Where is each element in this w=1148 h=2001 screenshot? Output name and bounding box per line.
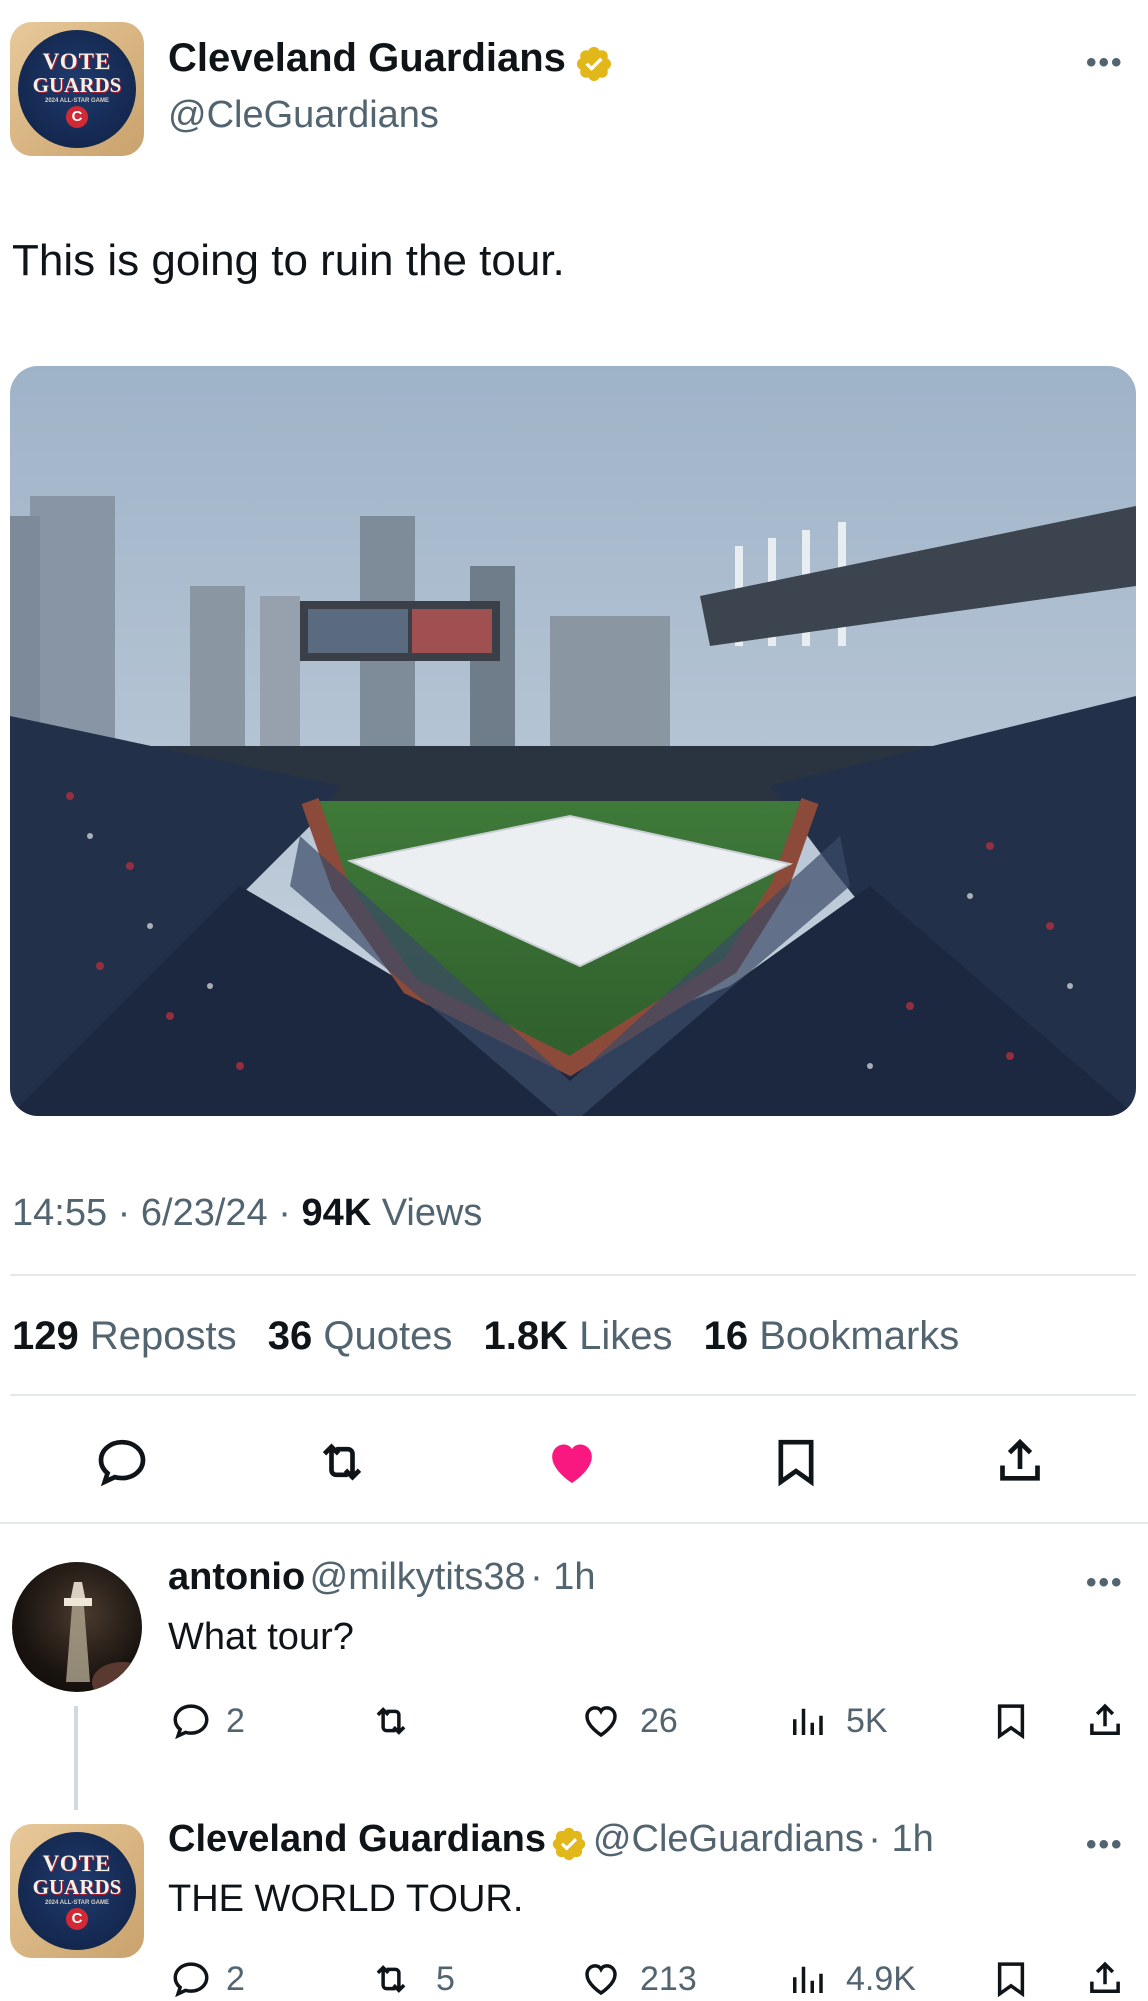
bookmark-icon[interactable] — [990, 1700, 1032, 1742]
like-icon[interactable] — [580, 1700, 622, 1742]
reposts-label: Reposts — [89, 1314, 237, 1358]
bookmark-icon[interactable] — [768, 1434, 824, 1490]
meta-dot: · — [117, 1192, 141, 1234]
author-handle[interactable]: @CleGuardians — [168, 94, 439, 137]
tweet-date: 6/23/24 — [140, 1192, 268, 1234]
reply-count: 2 — [226, 1702, 245, 1740]
repost-icon[interactable] — [370, 1700, 412, 1742]
reply-avatar[interactable] — [12, 1562, 142, 1692]
avatar-text-guards: GUARDS — [32, 1875, 122, 1899]
avatar-letter: C — [66, 106, 88, 128]
divider — [10, 1394, 1136, 1396]
space-needle-photo — [64, 1582, 142, 1692]
reposts-count: 129 — [12, 1314, 79, 1358]
reply-author-name[interactable]: antonio — [168, 1556, 305, 1598]
avatar-letter: C — [66, 1908, 88, 1930]
reply-text: THE WORLD TOUR. — [168, 1878, 524, 1920]
more-icon[interactable]: ••• — [1086, 46, 1124, 80]
verified-badge-icon — [577, 46, 612, 81]
like-icon[interactable] — [544, 1434, 600, 1490]
reply-text: What tour? — [168, 1616, 354, 1658]
reposts-stat[interactable]: 129 Reposts — [12, 1314, 237, 1358]
verified-badge-icon — [553, 1827, 586, 1860]
views-count: 4.9K — [846, 1960, 916, 1998]
reply-author-avatar[interactable]: VOTE GUARDS 2024 ALL-STAR GAME C — [10, 1824, 144, 1958]
avatar-text-allstar: 2024 ALL-STAR GAME — [44, 1900, 109, 1906]
views-icon[interactable] — [786, 1958, 828, 2000]
quotes-label: Quotes — [323, 1314, 453, 1358]
divider — [0, 1522, 1148, 1524]
share-icon[interactable] — [1084, 1700, 1126, 1742]
avatar-text-allstar: 2024 ALL-STAR GAME — [44, 98, 109, 104]
reply-icon[interactable] — [170, 1700, 212, 1742]
quotes-count: 36 — [267, 1314, 313, 1358]
more-icon[interactable]: ••• — [1086, 1828, 1124, 1862]
tweet-meta: 14:55 · 6/23/24 · 94K Views — [12, 1192, 482, 1235]
reply-header: antonio @milkytits38 · 1h — [168, 1556, 596, 1599]
more-icon[interactable]: ••• — [1086, 1566, 1124, 1600]
views-icon[interactable] — [786, 1700, 828, 1742]
repost-icon[interactable] — [314, 1434, 370, 1490]
vote-guards-logo: VOTE GUARDS 2024 ALL-STAR GAME C — [18, 30, 136, 148]
bookmarks-count: 16 — [703, 1314, 749, 1358]
views-count: 5K — [846, 1702, 888, 1740]
likes-label: Likes — [579, 1314, 673, 1358]
repost-icon[interactable] — [370, 1958, 412, 2000]
bookmark-icon[interactable] — [990, 1958, 1032, 2000]
repost-count: 5 — [436, 1960, 455, 1998]
reply-author-name[interactable]: Cleveland Guardians — [168, 1818, 546, 1860]
reply-header: Cleveland Guardians @CleGuardians · 1h — [168, 1818, 934, 1863]
reply-count: 2 — [226, 1960, 245, 1998]
bookmarks-stat[interactable]: 16 Bookmarks — [704, 1314, 960, 1358]
thread-line — [74, 1706, 78, 1810]
reply-author-handle[interactable]: @CleGuardians — [593, 1818, 864, 1860]
author-avatar[interactable]: VOTE GUARDS 2024 ALL-STAR GAME C — [10, 22, 144, 156]
like-count: 213 — [640, 1960, 697, 1998]
engagement-stats: 129 Reposts 36 Quotes 1.8K Likes 16 Book… — [12, 1314, 979, 1359]
views-count: 94K — [301, 1192, 372, 1234]
share-icon[interactable] — [992, 1434, 1048, 1490]
divider — [10, 1274, 1136, 1276]
avatar-text-guards: GUARDS — [32, 73, 122, 97]
tweet-text: This is going to ruin the tour. — [12, 236, 565, 285]
reply-icon[interactable] — [94, 1434, 150, 1490]
reply-icon[interactable] — [170, 1958, 212, 2000]
reply-author-handle[interactable]: @milkytits38 — [310, 1556, 526, 1598]
reply-time: · 1h — [868, 1818, 934, 1860]
like-icon[interactable] — [580, 1958, 622, 2000]
bookmarks-label: Bookmarks — [759, 1314, 960, 1358]
like-count: 26 — [640, 1702, 678, 1740]
vote-guards-logo: VOTE GUARDS 2024 ALL-STAR GAME C — [18, 1832, 136, 1950]
quotes-stat[interactable]: 36 Quotes — [268, 1314, 453, 1358]
views-label: Views — [381, 1192, 483, 1234]
meta-dot: · — [278, 1192, 302, 1234]
stadium-illustration — [10, 366, 1136, 1116]
reply-time: · 1h — [530, 1556, 596, 1598]
share-icon[interactable] — [1084, 1958, 1126, 2000]
author-name-row[interactable]: Cleveland Guardians — [168, 36, 614, 84]
likes-stat[interactable]: 1.8K Likes — [483, 1314, 672, 1358]
avatar-text-vote: VOTE — [42, 1851, 112, 1876]
likes-count: 1.8K — [483, 1314, 568, 1358]
author-name[interactable]: Cleveland Guardians — [168, 36, 566, 80]
tweet-photo-stadium[interactable] — [10, 366, 1136, 1116]
tweet-time: 14:55 — [12, 1192, 108, 1234]
avatar-text-vote: VOTE — [42, 49, 112, 74]
